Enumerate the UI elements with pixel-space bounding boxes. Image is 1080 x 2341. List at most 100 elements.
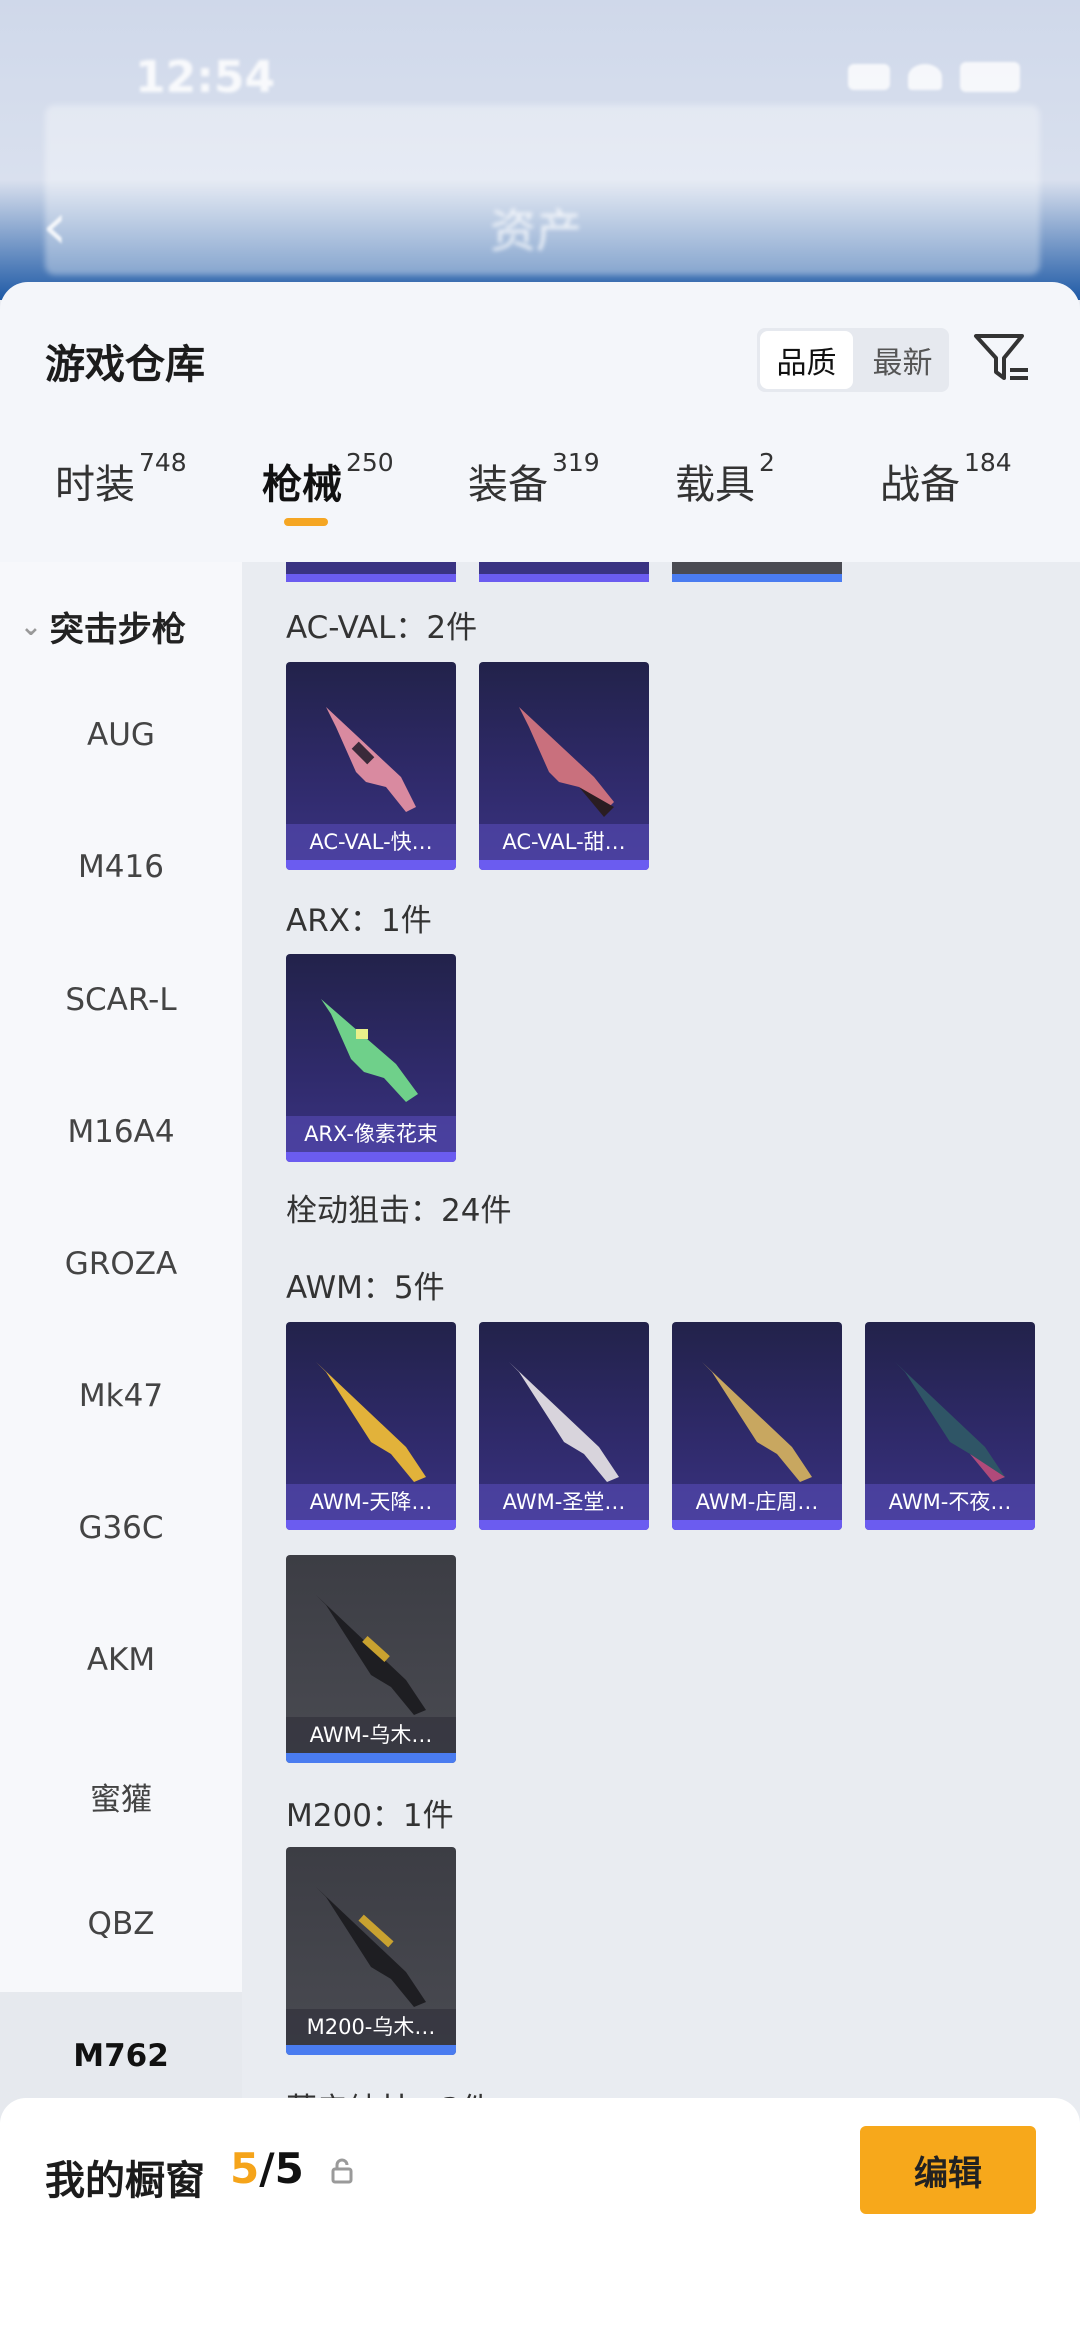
skin-card-acval-2[interactable]: AC-VAL-甜…	[479, 662, 649, 870]
card-name: M200-乌木…	[286, 2009, 456, 2045]
sidebar-item-honey-badger[interactable]: 蜜獾	[0, 1774, 242, 1819]
skin-card-awm-3[interactable]: AWM-庄周…	[672, 1322, 842, 1530]
showcase-current: 5	[230, 2144, 260, 2193]
battery-icon	[960, 62, 1020, 92]
tab-count: 748	[139, 448, 187, 477]
sniper-icon	[316, 1362, 426, 1482]
showcase-label: 我的橱窗	[45, 2158, 205, 2204]
card-rarity-bar	[286, 1753, 456, 1763]
card-rarity-bar	[479, 1520, 649, 1530]
tab-count: 250	[346, 448, 394, 477]
group-label-awm: AWM：5件	[286, 1270, 445, 1306]
card-rarity-bar	[479, 574, 649, 582]
card-rarity-bar	[286, 860, 456, 870]
edit-button[interactable]: 编辑	[860, 2126, 1036, 2214]
tab-label: 战备	[880, 462, 960, 508]
sidebar-item-groza[interactable]: GROZA	[0, 1246, 242, 1282]
tab-vehicles[interactable]: 载具 2	[675, 448, 775, 552]
card-rarity-bar	[672, 1520, 842, 1530]
rifle-icon	[519, 707, 614, 817]
sort-latest-button[interactable]: 最新	[856, 328, 949, 392]
group-label-acval: AC-VAL：2件	[286, 610, 478, 646]
skin-card-awm-4[interactable]: AWM-不夜…	[865, 1322, 1035, 1530]
tab-label: 装备	[468, 462, 548, 508]
sidebar-category[interactable]: ⌄ 突击步枪	[20, 602, 186, 651]
card-rarity-bar	[672, 574, 842, 582]
chevron-down-icon: ⌄	[20, 611, 42, 642]
skin-card-partial[interactable]	[672, 562, 842, 582]
header-title: 资产	[490, 204, 582, 258]
status-time: 12:54	[135, 52, 276, 103]
sidebar-item-m16a4[interactable]: M16A4	[0, 1114, 242, 1150]
skin-card-m200-1[interactable]: M200-乌木…	[286, 1847, 456, 2055]
skin-card-acval-1[interactable]: AC-VAL-快…	[286, 662, 456, 870]
sidebar-item-qbz[interactable]: QBZ	[0, 1906, 242, 1942]
card-rarity-bar	[865, 1520, 1035, 1530]
card-rarity-bar	[286, 2045, 456, 2055]
skin-card-partial[interactable]	[286, 562, 456, 582]
back-icon[interactable]: ‹	[42, 190, 68, 264]
card-name: AC-VAL-甜…	[479, 824, 649, 860]
tab-equipment[interactable]: 装备 319	[468, 448, 600, 552]
group-label-arx: ARX：1件	[286, 903, 432, 939]
tab-label: 载具	[675, 462, 755, 508]
group-label-bolt-sniper: 栓动狙击：24件	[286, 1193, 512, 1229]
skin-card-partial[interactable]	[479, 562, 649, 582]
sidebar-category-label: 突击步枪	[49, 610, 186, 650]
skin-card-awm-2[interactable]: AWM-圣堂…	[479, 1322, 649, 1530]
tab-count: 184	[964, 448, 1012, 477]
sidebar-item-m762[interactable]: M762	[0, 2038, 242, 2074]
showcase-total: /5	[259, 2144, 304, 2193]
panel-title: 游戏仓库	[45, 342, 205, 388]
sort-toggle: 品质 最新	[757, 328, 949, 392]
tab-label: 枪械	[262, 462, 342, 508]
skin-card-awm-5[interactable]: AWM-乌木…	[286, 1555, 456, 1763]
weapon-sidebar: ⌄ 突击步枪 AUG M416 SCAR-L M16A4 GROZA Mk47 …	[0, 562, 242, 2292]
sidebar-item-g36c[interactable]: G36C	[0, 1510, 242, 1546]
skin-card-awm-1[interactable]: AWM-天降…	[286, 1322, 456, 1530]
status-icons	[848, 62, 1020, 92]
tab-guns[interactable]: 枪械 250	[262, 448, 394, 552]
sniper-icon	[316, 1595, 426, 1715]
sidebar-item-scar-l[interactable]: SCAR-L	[0, 982, 242, 1018]
card-rarity-bar	[286, 1520, 456, 1530]
tab-fashion[interactable]: 时装 748	[55, 448, 187, 552]
sniper-icon	[702, 1362, 812, 1482]
rifle-icon	[326, 707, 416, 812]
sidebar-item-mk47[interactable]: Mk47	[0, 1378, 242, 1414]
tab-count: 319	[552, 448, 600, 477]
card-name: AWM-不夜…	[865, 1484, 1035, 1520]
card-name: AWM-圣堂…	[479, 1484, 649, 1520]
wifi-icon	[908, 64, 942, 90]
card-name: AWM-天降…	[286, 1484, 456, 1520]
tab-label: 时装	[55, 462, 135, 508]
sniper-icon	[895, 1362, 1005, 1482]
warehouse-panel: 游戏仓库 品质 最新 时装 748 枪械 250 装备 319 载具 2 战备 184 ⌄	[0, 282, 1080, 2341]
signal-icon	[848, 64, 890, 90]
card-rarity-bar	[286, 574, 456, 582]
rifle-icon	[321, 999, 418, 1102]
sidebar-item-akm[interactable]: AKM	[0, 1642, 242, 1678]
card-name: AC-VAL-快…	[286, 824, 456, 860]
card-rarity-bar	[479, 860, 649, 870]
card-name: ARX-像素花束	[286, 1116, 456, 1152]
sidebar-item-m416[interactable]: M416	[0, 849, 242, 885]
weapon-grid: AC-VAL：2件 AC-VAL-快… AC-VAL-甜… ARX：1件 ARX…	[242, 562, 1080, 2341]
tab-active-indicator	[284, 518, 328, 526]
tab-supplies[interactable]: 战备 184	[880, 448, 1012, 552]
sidebar-item-aug[interactable]: AUG	[0, 717, 242, 753]
card-name: AWM-乌木…	[286, 1717, 456, 1753]
sniper-icon	[316, 1887, 426, 2007]
category-tabs: 时装 748 枪械 250 装备 319 载具 2 战备 184	[0, 448, 1080, 562]
lock-icon[interactable]	[330, 2158, 354, 2184]
showcase-bar: 我的橱窗 5/5 编辑	[0, 2098, 1080, 2341]
sniper-icon	[509, 1362, 619, 1482]
skin-card-arx-1[interactable]: ARX-像素花束	[286, 954, 456, 1162]
group-label-m200: M200：1件	[286, 1798, 454, 1834]
card-name: AWM-庄周…	[672, 1484, 842, 1520]
showcase-count: 5/5	[230, 2144, 304, 2193]
filter-icon[interactable]	[972, 328, 1032, 388]
sort-quality-button[interactable]: 品质	[760, 331, 853, 389]
tab-count: 2	[759, 448, 775, 477]
card-rarity-bar	[286, 1152, 456, 1162]
